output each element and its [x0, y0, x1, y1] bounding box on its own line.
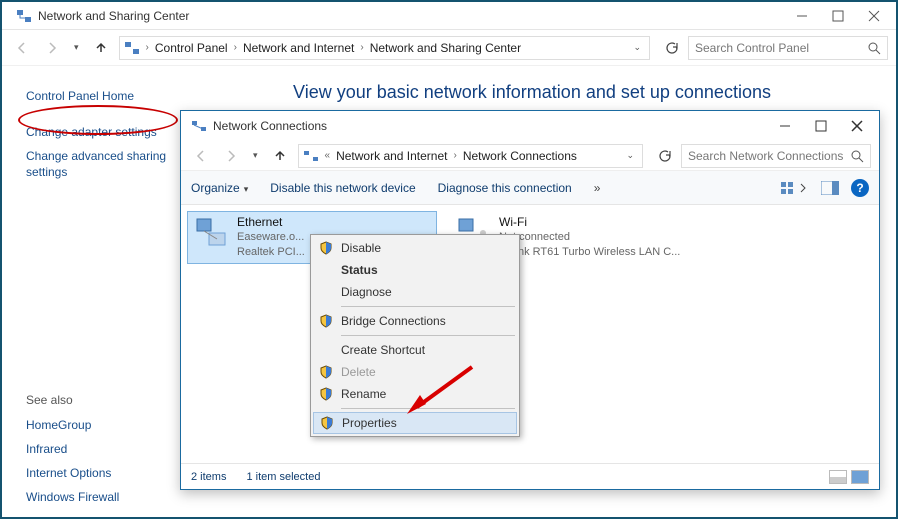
- ctx-properties[interactable]: Properties: [313, 412, 517, 434]
- adapter-line2: Easeware.o...: [237, 230, 305, 245]
- search-icon[interactable]: [850, 149, 864, 163]
- window-title: Network and Sharing Center: [38, 9, 189, 23]
- inner-minimize-button[interactable]: [767, 115, 803, 137]
- chevron-right-icon[interactable]: «: [323, 150, 333, 161]
- inner-refresh-button[interactable]: [653, 145, 675, 167]
- shield-icon: [319, 387, 333, 401]
- change-advanced-sharing-link[interactable]: Change advanced sharing settings: [26, 148, 172, 180]
- adapter-name: Wi-Fi: [499, 215, 680, 230]
- search-input[interactable]: Search Control Panel: [688, 36, 888, 60]
- breadcrumb-icon: [124, 40, 140, 56]
- status-item-count: 2 items: [191, 471, 226, 483]
- adapter-line2: Not connected: [499, 230, 680, 245]
- organize-button[interactable]: Organize▾: [191, 181, 248, 195]
- inner-search-input[interactable]: Search Network Connections: [681, 144, 871, 168]
- forward-button[interactable]: [40, 36, 64, 60]
- inner-maximize-button[interactable]: [803, 115, 839, 137]
- see-also-heading: See also: [26, 393, 172, 407]
- disable-device-button[interactable]: Disable this network device: [270, 181, 415, 195]
- search-icon[interactable]: [867, 41, 881, 55]
- ctx-disable[interactable]: Disable: [313, 237, 517, 259]
- diagnose-connection-button[interactable]: Diagnose this connection: [438, 181, 572, 195]
- details-view-button[interactable]: [829, 470, 847, 484]
- close-button[interactable]: [856, 5, 892, 27]
- network-sharing-icon: [16, 8, 32, 24]
- back-button[interactable]: [10, 36, 34, 60]
- ethernet-adapter-icon: [191, 215, 231, 251]
- status-selected-count: 1 item selected: [246, 471, 320, 483]
- chevron-down-icon: ▾: [244, 184, 249, 194]
- more-tools-button[interactable]: »: [594, 181, 601, 195]
- search-placeholder: Search Control Panel: [695, 41, 809, 55]
- breadcrumb-control-panel[interactable]: Control Panel: [151, 41, 232, 55]
- breadcrumb-network-sharing[interactable]: Network and Sharing Center: [366, 41, 525, 55]
- breadcrumb[interactable]: › Control Panel › Network and Internet ›…: [119, 36, 650, 60]
- separator: [341, 335, 515, 336]
- minimize-button[interactable]: [784, 5, 820, 27]
- control-panel-home-link[interactable]: Control Panel Home: [26, 88, 172, 104]
- inner-up-button[interactable]: [268, 144, 292, 168]
- seealso-windows-firewall-link[interactable]: Windows Firewall: [26, 489, 172, 505]
- inner-window-title: Network Connections: [213, 119, 327, 133]
- shield-icon: [320, 416, 334, 430]
- inner-breadcrumb-a[interactable]: Network and Internet: [332, 149, 451, 163]
- adapter-name: Ethernet: [237, 215, 305, 230]
- ctx-diagnose[interactable]: Diagnose: [313, 281, 517, 303]
- inner-breadcrumb[interactable]: « Network and Internet › Network Connect…: [298, 144, 643, 168]
- shield-icon: [319, 314, 333, 328]
- tiles-view-button[interactable]: [851, 470, 869, 484]
- breadcrumb-network-internet[interactable]: Network and Internet: [239, 41, 358, 55]
- chevron-right-icon[interactable]: ›: [232, 42, 239, 53]
- history-dropdown[interactable]: ▾: [70, 42, 83, 53]
- context-menu: Disable Status Diagnose Bridge Connectio…: [310, 234, 520, 437]
- ctx-delete[interactable]: Delete: [313, 361, 517, 383]
- preview-pane-button[interactable]: [821, 181, 839, 195]
- breadcrumb-dropdown[interactable]: ⌄: [629, 42, 645, 53]
- maximize-button[interactable]: [820, 5, 856, 27]
- chevron-right-icon[interactable]: ›: [452, 150, 459, 161]
- ctx-bridge[interactable]: Bridge Connections: [313, 310, 517, 332]
- inner-breadcrumb-b[interactable]: Network Connections: [459, 149, 581, 163]
- inner-history-dropdown[interactable]: ▾: [249, 150, 262, 161]
- ctx-shortcut[interactable]: Create Shortcut: [313, 339, 517, 361]
- page-title: View your basic network information and …: [188, 82, 876, 103]
- adapter-line3: Realtek PCI...: [237, 245, 305, 260]
- shield-icon: [319, 365, 333, 379]
- inner-search-placeholder: Search Network Connections: [688, 149, 843, 163]
- inner-back-button[interactable]: [189, 144, 213, 168]
- inner-close-button[interactable]: [839, 115, 875, 137]
- adapter-line3: Ralink RT61 Turbo Wireless LAN C...: [499, 245, 680, 260]
- refresh-button[interactable]: [660, 37, 682, 59]
- separator: [341, 408, 515, 409]
- network-connections-window: Network Connections ▾ « Network and Inte…: [180, 110, 880, 490]
- separator: [341, 306, 515, 307]
- chevron-right-icon[interactable]: ›: [144, 42, 151, 53]
- inner-breadcrumb-dropdown[interactable]: ⌄: [622, 150, 638, 161]
- seealso-infrared-link[interactable]: Infrared: [26, 441, 172, 457]
- up-button[interactable]: [89, 36, 113, 60]
- inner-forward-button[interactable]: [219, 144, 243, 168]
- inner-breadcrumb-icon: [303, 148, 319, 164]
- seealso-internet-options-link[interactable]: Internet Options: [26, 465, 172, 481]
- help-button[interactable]: ?: [851, 179, 869, 197]
- change-adapter-settings-link[interactable]: Change adapter settings: [26, 124, 172, 140]
- shield-icon: [319, 241, 333, 255]
- ctx-status[interactable]: Status: [313, 259, 517, 281]
- ctx-rename[interactable]: Rename: [313, 383, 517, 405]
- network-connections-icon: [191, 118, 207, 134]
- view-options-button[interactable]: [781, 180, 809, 196]
- seealso-homegroup-link[interactable]: HomeGroup: [26, 417, 172, 433]
- chevron-right-icon[interactable]: ›: [358, 42, 365, 53]
